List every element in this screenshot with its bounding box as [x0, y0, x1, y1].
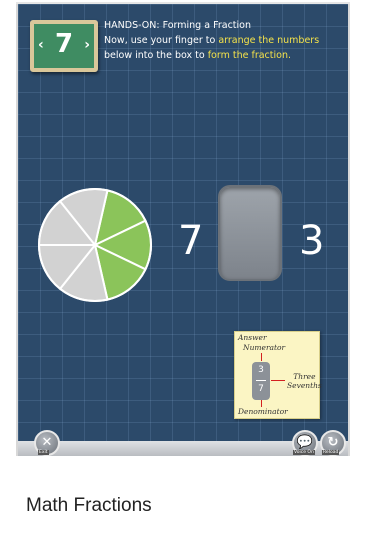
screenshot-frame: ‹ 7 › HANDS-ON: Forming a Fraction Now, … — [0, 0, 366, 554]
reload-icon: ↻ — [327, 435, 339, 450]
frame-border-right — [348, 4, 350, 456]
fraction-bar — [256, 380, 266, 381]
exit-label: Exit — [38, 450, 49, 455]
mini-numerator: 3 — [258, 365, 264, 375]
numerator-label: Numerator — [243, 343, 286, 352]
answer-card: Answer Numerator 3 7 Three Sevenths Deno… — [234, 331, 322, 419]
instruction-highlight-1: arrange the numbers — [218, 35, 320, 46]
number-tile-three[interactable]: 3 — [299, 218, 324, 264]
mini-fraction: 3 7 — [252, 362, 270, 400]
words-arrow — [271, 380, 285, 381]
instruction-line-3: below into the box to form the fraction. — [104, 50, 291, 61]
close-icon: ✕ — [41, 435, 53, 450]
mini-denominator: 7 — [258, 384, 264, 394]
instruction-highlight-2: form the fraction. — [207, 50, 291, 61]
denominator-arrow — [261, 400, 262, 407]
numerator-arrow — [261, 353, 262, 361]
fraction-pie-chart — [37, 188, 152, 302]
number-tile-seven[interactable]: 7 — [178, 218, 203, 264]
app-caption: Math Fractions — [26, 495, 152, 516]
app-screen: ‹ 7 › HANDS-ON: Forming a Fraction Now, … — [18, 4, 348, 456]
instruction-line-2: Now, use your finger to arrange the numb… — [104, 35, 320, 46]
denominator-label: Denominator — [238, 407, 288, 416]
instructions: HANDS-ON: Forming a Fraction Now, use yo… — [104, 18, 348, 63]
speech-bubble-icon: 💬 — [296, 435, 314, 450]
reload-label: Reload — [322, 450, 340, 455]
fraction-drop-box[interactable] — [218, 185, 282, 281]
step-number-badge: ‹ 7 › — [30, 20, 98, 72]
fraction-in-words: Three Sevenths — [287, 372, 322, 390]
answer-title: Answer — [238, 333, 267, 342]
voice-label: Voice On — [293, 450, 315, 455]
chevron-right-icon: › — [84, 37, 90, 53]
instruction-title: HANDS-ON: Forming a Fraction — [104, 20, 251, 31]
